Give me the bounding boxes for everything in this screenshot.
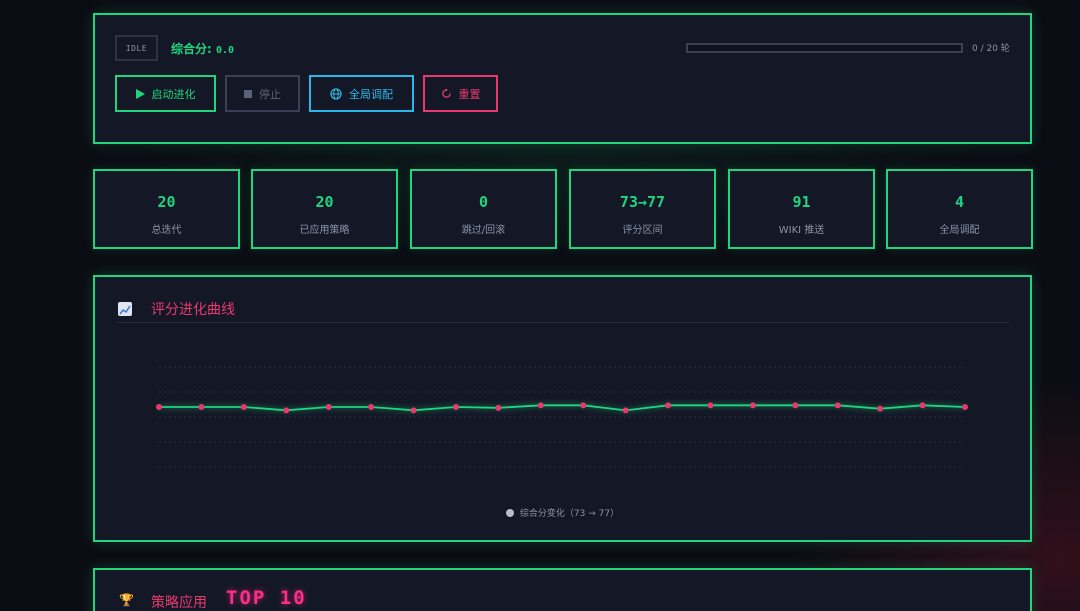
data-point[interactable] — [283, 407, 290, 414]
stat-value: 20 — [157, 193, 176, 211]
global-dispatch-button[interactable]: 全局调配 — [309, 75, 414, 112]
data-point[interactable] — [495, 404, 502, 411]
score-chart-panel: 评分进化曲线 综合分变化（73 → 77） — [93, 275, 1032, 542]
stat-label: 已应用策略 — [299, 225, 350, 236]
stat-value: 4 — [954, 193, 965, 211]
data-point[interactable] — [537, 402, 544, 409]
strategy-top-label: TOP 10 — [226, 587, 307, 609]
trophy-icon: 🏆 — [119, 593, 134, 607]
series-line — [159, 404, 966, 412]
stat-total-iterations: 20 总迭代 — [93, 169, 240, 249]
data-point[interactable] — [834, 402, 841, 409]
stat-value: 73→77 — [619, 193, 666, 211]
legend-marker — [505, 508, 514, 517]
data-point[interactable] — [580, 402, 587, 409]
data-point[interactable] — [368, 404, 375, 410]
start-evolution-button[interactable]: 启动进化 — [115, 75, 216, 112]
stat-label: 总迭代 — [151, 225, 182, 236]
global-label: 全局调配 — [349, 87, 393, 101]
strategy-panel: 🏆 策略应用 TOP 10 — [93, 568, 1032, 611]
data-point[interactable] — [452, 404, 459, 410]
progress-bar — [686, 43, 963, 53]
play-icon — [135, 88, 145, 99]
progress-text: 0 / 20 轮 — [972, 44, 1010, 54]
data-point[interactable] — [919, 402, 926, 409]
stop-icon — [244, 89, 252, 98]
score-label: 综合分: — [171, 42, 212, 56]
stat-applied-strategies: 20 已应用策略 — [251, 169, 398, 249]
data-point[interactable] — [410, 407, 417, 414]
globe-icon — [330, 87, 342, 100]
legend-label: 综合分变化（73 → 77） — [519, 509, 620, 519]
strategy-title: 策略应用 — [151, 595, 207, 611]
reset-button[interactable]: 重置 — [423, 75, 498, 112]
data-point[interactable] — [156, 404, 162, 410]
stat-wiki-push: 91 WIKI 推送 — [728, 169, 875, 249]
score-value: 0.0 — [216, 45, 235, 56]
refresh-icon — [441, 88, 451, 98]
data-point[interactable] — [198, 404, 205, 410]
data-point[interactable] — [665, 402, 672, 409]
stat-value: 91 — [792, 193, 811, 211]
data-point[interactable] — [792, 402, 799, 409]
stat-score-range: 73→77 评分区间 — [569, 169, 716, 249]
stat-label: 全局调配 — [939, 225, 980, 236]
stat-value: 20 — [315, 193, 334, 211]
data-point[interactable] — [877, 405, 884, 412]
control-panel: IDLE 综合分: 0.0 0 / 20 轮 启动进化 停止 全局调配 重置 — [93, 13, 1032, 144]
data-point[interactable] — [707, 402, 714, 409]
stat-label: 评分区间 — [622, 225, 663, 236]
data-point[interactable] — [962, 404, 968, 410]
data-point[interactable] — [240, 404, 247, 410]
stop-label: 停止 — [259, 87, 281, 101]
data-point[interactable] — [622, 407, 629, 414]
start-label: 启动进化 — [151, 87, 196, 101]
chart-legend[interactable]: 综合分变化（73 → 77） — [95, 506, 1030, 519]
stop-button[interactable]: 停止 — [225, 75, 300, 112]
stat-global-dispatch: 4 全局调配 — [886, 169, 1033, 249]
data-point[interactable] — [325, 404, 332, 410]
status-badge: IDLE — [115, 35, 158, 61]
data-point[interactable] — [749, 402, 756, 409]
stat-skipped-rollback: 0 跳过/回滚 — [410, 169, 557, 249]
stat-label: 跳过/回滚 — [461, 225, 506, 236]
reset-label: 重置 — [458, 87, 481, 101]
composite-score: 综合分: 0.0 — [171, 40, 234, 57]
stat-value: 0 — [478, 193, 489, 211]
stat-label: WIKI 推送 — [778, 225, 825, 236]
score-line-chart — [156, 366, 968, 468]
